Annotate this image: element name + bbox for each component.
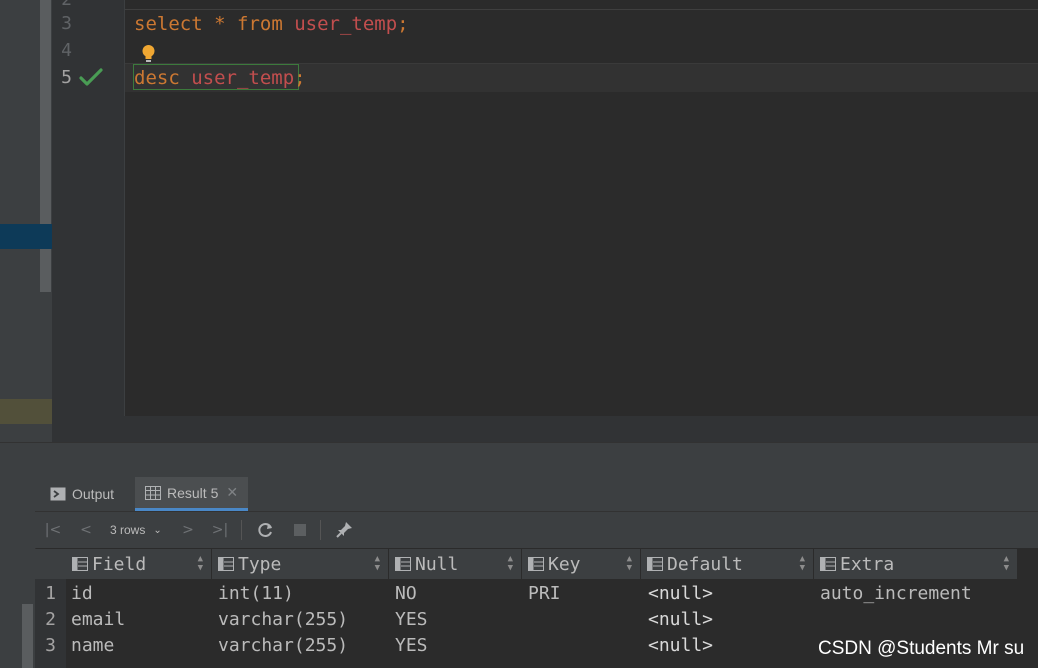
left-highlighted-row (0, 399, 52, 424)
column-icon (72, 557, 88, 571)
column-header-type[interactable]: Type ▲ ▼ (212, 549, 389, 579)
star-operator: * (214, 13, 226, 35)
column-icon (528, 557, 544, 571)
keyword-select: select (134, 13, 203, 35)
stop-icon[interactable] (290, 520, 310, 540)
table-cell[interactable]: auto_increment (820, 581, 972, 607)
tab-result-label: Result 5 (167, 484, 219, 501)
table-cell[interactable]: PRI (528, 581, 561, 607)
pin-icon[interactable] (334, 520, 354, 540)
line-number: 4 (61, 40, 72, 61)
sort-icon[interactable]: ▲ ▼ (800, 555, 805, 573)
table-cell[interactable]: id (71, 581, 93, 607)
column-header-default[interactable]: Default ▲ ▼ (641, 549, 814, 579)
column-header-extra[interactable]: Extra ▲ ▼ (814, 549, 1018, 579)
table-cell-null[interactable]: <null> (648, 607, 713, 633)
table-name: user_temp (294, 13, 398, 35)
console-icon (50, 487, 66, 501)
tab-output-label: Output (72, 486, 115, 502)
table-cell[interactable]: varchar(255) (218, 607, 348, 633)
column-icon (820, 557, 836, 571)
prev-page-icon[interactable]: < (76, 520, 96, 540)
toolbar-separator (241, 520, 242, 540)
column-icon (395, 557, 411, 571)
column-label: Null (415, 553, 459, 575)
sort-icon[interactable]: ▲ ▼ (508, 555, 513, 573)
row-number[interactable]: 1 (35, 581, 66, 607)
keyword-desc: desc (134, 67, 180, 89)
column-label: Field (92, 553, 147, 575)
left-selected-row (0, 224, 52, 249)
last-page-icon[interactable]: >| (210, 520, 230, 540)
close-tab-icon[interactable]: ✕ (226, 484, 238, 501)
column-icon (218, 557, 234, 571)
column-label: Key (548, 553, 581, 575)
table-cell[interactable]: NO (395, 581, 417, 607)
column-label: Default (667, 553, 743, 575)
tab-output[interactable]: Output (50, 477, 114, 511)
keyword-from: from (237, 13, 283, 35)
table-cell[interactable]: YES (395, 607, 428, 633)
editor-separator (125, 9, 1038, 10)
column-header-null[interactable]: Null ▲ ▼ (389, 549, 522, 579)
column-icon (647, 557, 663, 571)
next-page-icon[interactable]: > (178, 520, 198, 540)
line-number: 3 (61, 13, 72, 34)
code-line-5[interactable]: desc user_temp; (134, 65, 306, 91)
sort-icon[interactable]: ▲ ▼ (375, 555, 380, 573)
table-cell[interactable]: varchar(255) (218, 633, 348, 659)
table-cell-null[interactable]: <null> (648, 633, 713, 659)
toolbar-separator (320, 520, 321, 540)
code-line-3[interactable]: select * from user_temp; (134, 11, 409, 37)
column-label: Extra (840, 553, 895, 575)
table-cell[interactable]: email (71, 607, 125, 633)
rows-count-label: 3 rows (110, 523, 146, 537)
sort-icon[interactable]: ▲ ▼ (198, 555, 203, 573)
execution-success-check-icon (79, 68, 103, 86)
sort-icon[interactable]: ▲ ▼ (1004, 555, 1009, 573)
row-number[interactable]: 2 (35, 607, 66, 633)
first-page-icon[interactable]: |< (43, 520, 63, 540)
semicolon: ; (397, 13, 409, 35)
chevron-down-icon: ⌄ (153, 524, 162, 536)
row-number[interactable]: 3 (35, 633, 66, 659)
sort-icon[interactable]: ▲ ▼ (627, 555, 632, 573)
table-icon (145, 485, 161, 500)
semicolon: ; (294, 67, 306, 89)
table-name: user_temp (191, 67, 295, 89)
editor-bottom-strip (52, 416, 1038, 442)
table-cell[interactable]: int(11) (218, 581, 294, 607)
tab-result-5[interactable]: Result 5 ✕ (135, 477, 249, 511)
table-cell[interactable]: YES (395, 633, 428, 659)
services-scrollbar[interactable] (22, 604, 33, 668)
column-header-field[interactable]: Field ▲ ▼ (66, 549, 212, 579)
reload-icon[interactable] (256, 520, 276, 540)
watermark: CSDN @Students Mr su (818, 638, 1025, 659)
line-number-active: 5 (61, 67, 72, 88)
table-cell[interactable]: name (71, 633, 114, 659)
panel-header-strip (0, 442, 1038, 478)
rows-count-dropdown[interactable]: 3 rows ⌄ (110, 520, 162, 540)
lightbulb-intention-icon[interactable] (141, 44, 156, 64)
table-cell-null[interactable]: <null> (648, 581, 713, 607)
column-label: Type (238, 553, 282, 575)
column-header-key[interactable]: Key ▲ ▼ (522, 549, 641, 579)
